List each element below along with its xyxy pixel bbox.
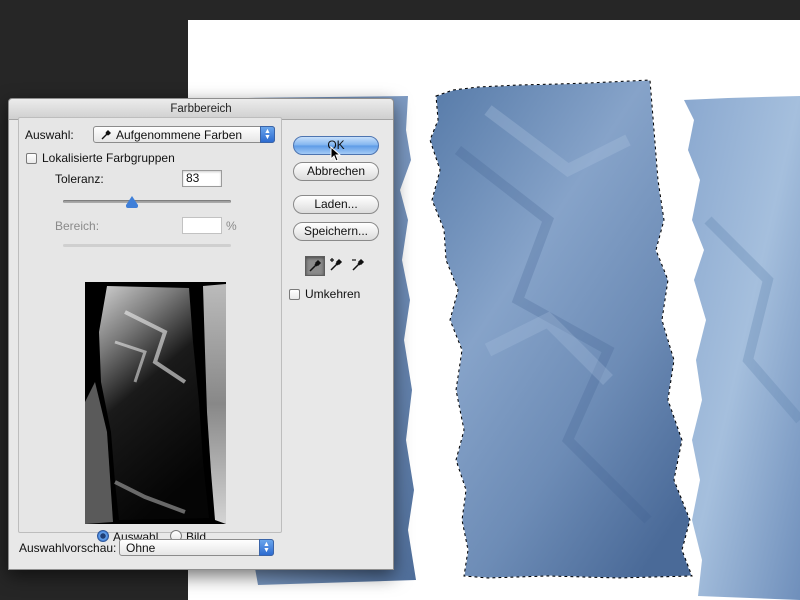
- preview-mode-value: Ohne: [126, 541, 156, 555]
- eyedropper-minus-icon: [352, 258, 365, 271]
- chevron-updown-icon: ▲ ▼: [259, 539, 274, 556]
- tolerance-slider-thumb[interactable]: [126, 196, 138, 208]
- chevron-updown-icon: ▲ ▼: [260, 126, 275, 143]
- select-label: Auswahl:: [25, 128, 74, 142]
- localized-checkbox[interactable]: [26, 153, 37, 164]
- eyedropper-icon: [309, 259, 322, 272]
- save-button[interactable]: Speichern...: [293, 222, 379, 241]
- settings-group: Auswahl: Aufgenommene Farben ▲ ▼ Lokalisi…: [18, 117, 282, 544]
- tolerance-label: Toleranz:: [55, 172, 104, 186]
- range-label: Bereich:: [55, 219, 100, 233]
- mouse-pointer-icon: [330, 146, 342, 162]
- load-button[interactable]: Laden...: [293, 195, 379, 214]
- select-value: Aufgenommene Farben: [116, 128, 243, 142]
- eyedropper-plus-icon: [330, 258, 343, 271]
- cancel-button[interactable]: Abbrechen: [293, 162, 379, 181]
- color-range-dialog: Farbbereich Auswahl: Aufgenommene Farben…: [8, 98, 394, 570]
- localized-label: Lokalisierte Farbgruppen: [42, 151, 175, 165]
- paper-strip-right: [684, 96, 800, 600]
- eyedropper-plus-tool[interactable]: [327, 256, 347, 276]
- preview-mode-label: Auswahlvorschau:: [19, 541, 117, 555]
- range-input[interactable]: [182, 217, 222, 234]
- invert-label: Umkehren: [305, 287, 361, 301]
- range-slider-track: [63, 244, 231, 247]
- selection-preview[interactable]: [85, 282, 226, 524]
- tolerance-slider-track[interactable]: [63, 200, 231, 203]
- eyedropper-minus-tool[interactable]: [349, 256, 369, 276]
- eyedropper-icon: [101, 130, 111, 140]
- range-unit: %: [226, 219, 237, 233]
- eyedropper-tool[interactable]: [305, 256, 325, 276]
- invert-checkbox[interactable]: [289, 289, 300, 300]
- select-dropdown[interactable]: Aufgenommene Farben ▲ ▼: [93, 126, 275, 143]
- preview-mode-dropdown[interactable]: Ohne ▲ ▼: [119, 539, 274, 556]
- tolerance-input[interactable]: 83: [182, 170, 222, 187]
